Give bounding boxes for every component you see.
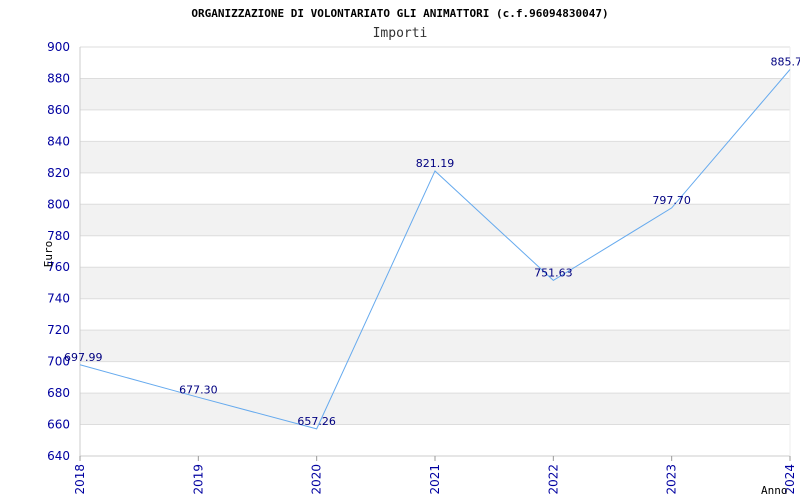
y-tick-label: 720 — [47, 323, 70, 337]
data-label: 697.99 — [64, 351, 103, 364]
y-tick-label: 660 — [47, 418, 70, 432]
y-tick-label: 740 — [47, 292, 70, 306]
y-tick-label: 900 — [47, 40, 70, 54]
grid-band — [80, 267, 790, 299]
grid-band — [80, 78, 790, 110]
y-tick-label: 640 — [47, 449, 70, 463]
series-line — [79, 69, 791, 430]
x-tick-label: 2018 — [73, 464, 87, 495]
data-label: 797.70 — [652, 194, 691, 207]
line-chart: ORGANIZZAZIONE DI VOLONTARIATO GLI ANIMA… — [42, 7, 800, 497]
chart-title: ORGANIZZAZIONE DI VOLONTARIATO GLI ANIMA… — [191, 7, 608, 20]
y-tick-label: 780 — [47, 229, 70, 243]
grid-band — [80, 330, 790, 362]
data-label: 677.30 — [179, 383, 218, 396]
x-axis-ticks: 2018 2019 2020 2021 2022 2023 2024 — [73, 456, 797, 495]
data-label: 885.7 — [771, 55, 800, 68]
chart-subtitle: Importi — [373, 26, 428, 41]
data-label: 821.19 — [416, 157, 455, 170]
y-tick-label: 860 — [47, 103, 70, 117]
plot-bands — [80, 78, 790, 425]
y-axis-label: Euro — [42, 241, 55, 268]
grid-band — [80, 204, 790, 236]
y-tick-label: 820 — [47, 166, 70, 180]
x-tick-label: 2019 — [191, 464, 205, 495]
x-tick-label: 2023 — [665, 464, 679, 495]
data-label: 657.26 — [297, 415, 336, 428]
grid-band — [80, 393, 790, 425]
y-tick-label: 800 — [47, 197, 70, 211]
data-labels: 697.99 677.30 657.26 821.19 751.63 797.70 885.… — [64, 55, 800, 427]
y-tick-label: 880 — [47, 71, 70, 85]
x-tick-label: 2021 — [428, 464, 442, 495]
x-axis-label: Anno — [761, 484, 788, 497]
data-label: 751.63 — [534, 266, 573, 279]
y-tick-label: 840 — [47, 134, 70, 148]
y-tick-label: 680 — [47, 386, 70, 400]
series-polyline — [79, 69, 791, 430]
x-tick-label: 2022 — [546, 464, 560, 495]
x-tick-label: 2020 — [310, 464, 324, 495]
